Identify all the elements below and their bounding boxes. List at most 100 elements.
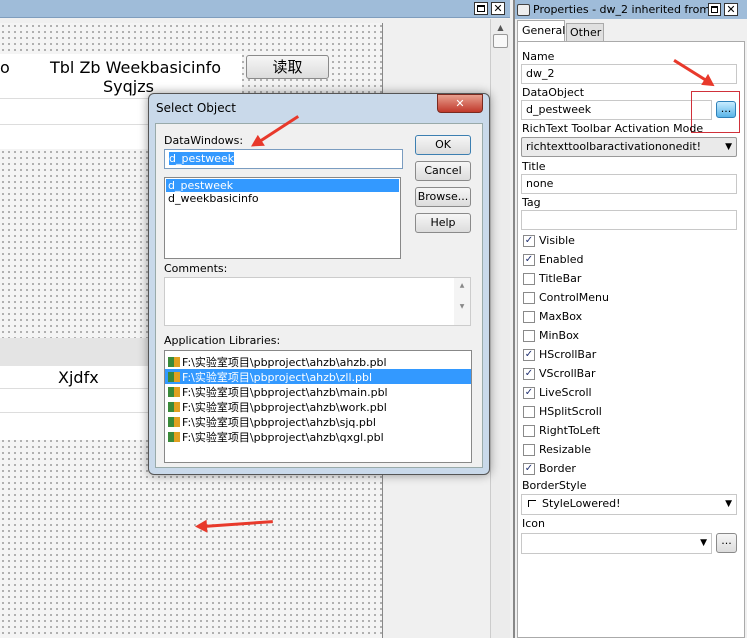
library-item[interactable]: F:\实验室项目\pbproject\ahzb\ahzb.pbl bbox=[165, 354, 471, 369]
checkbox-minbox[interactable]: MinBox bbox=[523, 329, 579, 342]
checkbox-box[interactable] bbox=[523, 424, 535, 437]
vertical-scrollbar[interactable]: ▲ bbox=[490, 19, 510, 638]
read-button[interactable]: 读取 bbox=[246, 55, 329, 79]
dataobject-label: DataObject bbox=[522, 86, 585, 99]
checkbox-label: HScrollBar bbox=[539, 348, 597, 361]
header-partial: o bbox=[0, 58, 10, 77]
datawindows-label: DataWindows: bbox=[164, 134, 244, 147]
checkbox-label: HSplitScroll bbox=[539, 405, 602, 418]
checkbox-box[interactable] bbox=[523, 405, 535, 418]
libraries-list[interactable]: F:\实验室项目\pbproject\ahzb\ahzb.pbl F:\实验室项… bbox=[164, 350, 472, 463]
library-icon bbox=[168, 386, 180, 397]
tab-general[interactable]: General bbox=[517, 20, 565, 41]
help-button[interactable]: Help bbox=[415, 213, 471, 233]
title-input[interactable]: none bbox=[521, 174, 737, 194]
tab-other[interactable]: Other bbox=[566, 23, 604, 41]
borderstyle-label: BorderStyle bbox=[522, 479, 587, 492]
borderstyle-select[interactable]: StyleLowered! ▼ bbox=[521, 494, 737, 515]
checkbox-label: Border bbox=[539, 462, 576, 475]
comments-textarea[interactable]: ▲ ▼ bbox=[164, 277, 471, 326]
checkbox-controlmenu[interactable]: ControlMenu bbox=[523, 291, 609, 304]
library-icon bbox=[168, 416, 180, 427]
chevron-down-icon: ▼ bbox=[725, 499, 732, 509]
checkbox-border[interactable]: ✓ Border bbox=[523, 462, 576, 475]
browse-button[interactable]: Browse... bbox=[415, 187, 471, 207]
datawindows-list[interactable]: d_pestweek d_weekbasicinfo bbox=[164, 177, 401, 259]
checkmark-icon[interactable]: ✓ bbox=[523, 234, 535, 247]
cancel-button[interactable]: Cancel bbox=[415, 161, 471, 181]
checkbox-box[interactable] bbox=[523, 272, 535, 285]
lower-column-header: Xjdfx bbox=[58, 368, 99, 387]
richtext-select[interactable]: richtexttoolbaractivationonedit! ▼ bbox=[521, 137, 737, 157]
library-icon bbox=[168, 356, 180, 367]
checkbox-label: Resizable bbox=[539, 443, 592, 456]
tag-input[interactable] bbox=[521, 210, 737, 230]
properties-icon bbox=[517, 3, 530, 16]
border-style-icon bbox=[528, 500, 536, 507]
checkbox-vscrollbar[interactable]: ✓ VScrollBar bbox=[523, 367, 596, 380]
checkbox-visible[interactable]: ✓ Visible bbox=[523, 234, 575, 247]
checkbox-box[interactable] bbox=[523, 443, 535, 456]
checkbox-box[interactable] bbox=[523, 329, 535, 342]
designer-titlebar bbox=[0, 0, 510, 18]
checkmark-icon[interactable]: ✓ bbox=[523, 462, 535, 475]
library-icon bbox=[168, 371, 180, 382]
library-item[interactable]: F:\实验室项目\pbproject\ahzb\sjq.pbl bbox=[165, 414, 471, 429]
checkbox-righttoleft[interactable]: RightToLeft bbox=[523, 424, 600, 437]
checkbox-label: VScrollBar bbox=[539, 367, 596, 380]
checkbox-resizable[interactable]: Resizable bbox=[523, 443, 591, 456]
checkbox-label: ControlMenu bbox=[539, 291, 609, 304]
checkbox-maxbox[interactable]: MaxBox bbox=[523, 310, 582, 323]
checkmark-icon[interactable]: ✓ bbox=[523, 386, 535, 399]
datawindows-input[interactable]: d_pestweek bbox=[164, 149, 403, 169]
checkmark-icon[interactable]: ✓ bbox=[523, 348, 535, 361]
libraries-label: Application Libraries: bbox=[164, 334, 281, 347]
checkbox-box[interactable] bbox=[523, 291, 535, 304]
column-header-line2: Syqjzs bbox=[103, 77, 154, 96]
checkbox-label: TitleBar bbox=[539, 272, 582, 285]
properties-maximize-button[interactable] bbox=[708, 3, 721, 16]
richtext-label: RichText Toolbar Activation Mode bbox=[522, 122, 704, 135]
close-button[interactable]: ✕ bbox=[491, 2, 505, 15]
dataobject-input[interactable]: d_pestweek bbox=[521, 100, 712, 120]
library-item[interactable]: F:\实验室项目\pbproject\ahzb\main.pbl bbox=[165, 384, 471, 399]
checkbox-label: MaxBox bbox=[539, 310, 583, 323]
library-item[interactable]: F:\实验室项目\pbproject\ahzb\zll.pbl bbox=[165, 369, 471, 384]
dialog-close-button[interactable]: ✕ bbox=[437, 94, 483, 113]
dialog-title: Select Object bbox=[156, 101, 236, 115]
scroll-thumb[interactable] bbox=[493, 34, 508, 48]
checkmark-icon[interactable]: ✓ bbox=[523, 367, 535, 380]
properties-close-button[interactable]: ✕ bbox=[724, 3, 738, 16]
icon-label: Icon bbox=[522, 517, 545, 530]
checkbox-label: LiveScroll bbox=[539, 386, 592, 399]
checkbox-livescroll[interactable]: ✓ LiveScroll bbox=[523, 386, 592, 399]
tag-label: Tag bbox=[522, 196, 541, 209]
checkbox-hsplitscroll[interactable]: HSplitScroll bbox=[523, 405, 602, 418]
chevron-down-icon: ▼ bbox=[700, 538, 707, 548]
comments-scrollbar[interactable]: ▲ ▼ bbox=[454, 278, 470, 325]
checkbox-hscrollbar[interactable]: ✓ HScrollBar bbox=[523, 348, 596, 361]
name-label: Name bbox=[522, 50, 555, 63]
library-icon bbox=[168, 401, 180, 412]
library-item[interactable]: F:\实验室项目\pbproject\ahzb\qxgl.pbl bbox=[165, 429, 471, 444]
checkbox-enabled[interactable]: ✓ Enabled bbox=[523, 253, 583, 266]
icon-select[interactable]: ▼ bbox=[521, 533, 712, 554]
list-item[interactable]: d_pestweek bbox=[166, 179, 399, 192]
column-header: Tbl Zb Weekbasicinfo bbox=[50, 58, 222, 77]
comments-label: Comments: bbox=[164, 262, 228, 275]
list-item[interactable]: d_weekbasicinfo bbox=[166, 192, 399, 205]
ok-button[interactable]: OK bbox=[415, 135, 471, 155]
checkmark-icon[interactable]: ✓ bbox=[523, 253, 535, 266]
icon-browse-button[interactable]: ... bbox=[716, 533, 737, 553]
library-icon bbox=[168, 431, 180, 442]
checkbox-label: MinBox bbox=[539, 329, 579, 342]
checkbox-label: Enabled bbox=[539, 253, 584, 266]
checkbox-box[interactable] bbox=[523, 310, 535, 323]
maximize-button[interactable] bbox=[474, 2, 488, 15]
checkbox-label: RightToLeft bbox=[539, 424, 601, 437]
checkbox-label: Visible bbox=[539, 234, 575, 247]
library-item[interactable]: F:\实验室项目\pbproject\ahzb\work.pbl bbox=[165, 399, 471, 414]
chevron-down-icon: ▼ bbox=[725, 142, 732, 152]
title-label: Title bbox=[522, 160, 546, 173]
checkbox-titlebar[interactable]: TitleBar bbox=[523, 272, 581, 285]
